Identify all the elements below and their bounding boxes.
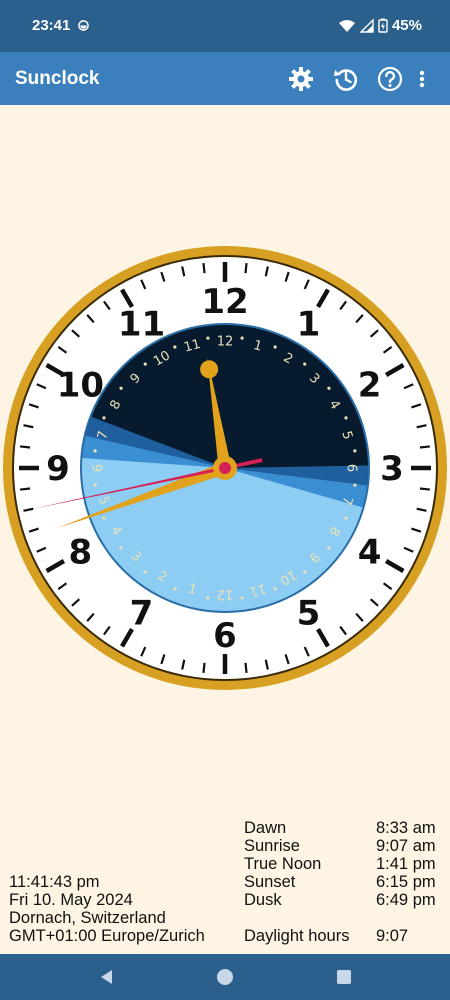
hour-scale-dot xyxy=(93,483,97,487)
hour-numeral: 10 xyxy=(57,366,104,406)
true-noon-label: True Noon xyxy=(244,855,322,873)
hour-scale-dot xyxy=(344,516,348,520)
minute-tick xyxy=(419,487,430,491)
current-date: Fri 10. May 2024 xyxy=(9,891,133,909)
hour-numeral: 3 xyxy=(380,449,404,489)
hour-scale-dot xyxy=(206,336,210,340)
dusk-value: 6:49 pm xyxy=(376,891,436,909)
status-icons: 45% xyxy=(338,17,422,34)
hand-hub-center xyxy=(219,462,231,474)
hour-hand-head xyxy=(200,360,219,379)
sunrise-value: 9:07 am xyxy=(376,837,436,855)
hour-scale-dot xyxy=(143,362,147,366)
hour-numeral: 8 xyxy=(69,533,93,573)
minute-tick xyxy=(202,263,206,274)
dusk-label: Dusk xyxy=(244,891,282,909)
hour-scale-dot xyxy=(353,449,357,453)
hour-numeral: 12 xyxy=(201,282,248,322)
minute-tick xyxy=(419,445,430,449)
sun-clock: 12 1 2 3 4 5 6 7 8 9 10 11 1 2 3 4 5 6 7 8 9 10 11 12 1 2 3 4 5 6 7 8 9… xyxy=(0,240,450,700)
hour-scale-number: 6 xyxy=(92,464,107,472)
hour-numeral: 4 xyxy=(358,533,382,573)
status-time: 23:41 xyxy=(32,17,71,34)
daylight-hours-label: Daylight hours xyxy=(244,927,350,945)
timezone: GMT+01:00 Europe/Zurich xyxy=(9,927,205,945)
daylight-hours-value: 9:07 xyxy=(376,927,409,945)
hour-scale-dot xyxy=(303,362,307,366)
hour-scale-dot xyxy=(119,546,123,550)
battery-percent: 45% xyxy=(391,17,422,34)
minute-tick xyxy=(244,662,248,673)
hour-numeral: 2 xyxy=(358,366,382,406)
hour-scale-dot xyxy=(119,386,123,390)
hour-scale-dot xyxy=(327,386,331,390)
hour-scale-dot xyxy=(344,416,348,420)
minute-tick xyxy=(244,263,248,274)
status-bar: 23:41 45% xyxy=(0,0,450,52)
hour-scale-dot xyxy=(273,345,277,349)
current-time: 11:41:43 pm xyxy=(9,873,100,891)
hour-numeral: 5 xyxy=(297,594,321,634)
back-icon[interactable] xyxy=(97,967,117,987)
clock-face: 121234567891011 1234567891011 12 123456789… xyxy=(3,246,447,690)
hour-scale-number: 12 xyxy=(217,587,234,602)
hour-scale-dot xyxy=(102,416,106,420)
settings-gear-icon[interactable] xyxy=(287,65,315,93)
hour-numeral: 9 xyxy=(46,449,70,489)
dawn-label: Dawn xyxy=(244,819,287,837)
navigation-bar xyxy=(0,954,450,1000)
sun-events: Dawn 8:33 am Sunrise 9:07 am True Noon 1… xyxy=(244,819,444,949)
hour-scale-dot xyxy=(173,587,177,591)
true-noon-value: 1:41 pm xyxy=(376,855,436,873)
hour-scale-dot xyxy=(327,546,331,550)
sunrise-label: Sunrise xyxy=(244,837,300,855)
hour-scale-dot xyxy=(240,336,244,340)
help-icon[interactable] xyxy=(376,65,404,93)
minute-tick xyxy=(20,445,31,449)
hour-scale-dot xyxy=(353,483,357,487)
cell-signal-icon xyxy=(359,18,374,33)
home-icon[interactable] xyxy=(215,967,235,987)
hour-scale-dot xyxy=(206,596,210,600)
hour-numeral: 1 xyxy=(297,304,321,344)
sunset-value: 6:15 pm xyxy=(376,873,436,891)
hour-scale-dot xyxy=(102,516,106,520)
hour-scale-dot xyxy=(173,345,177,349)
hour-scale-dot xyxy=(143,570,147,574)
hour-numeral: 7 xyxy=(130,594,154,634)
hour-scale-number: 6 xyxy=(344,464,359,472)
hour-scale-number: 12 xyxy=(217,335,234,350)
hour-numeral: 11 xyxy=(118,304,165,344)
hour-scale-dot xyxy=(273,587,277,591)
minute-tick xyxy=(202,662,206,673)
app-bar: Sunclock xyxy=(0,52,450,105)
hour-scale-dot xyxy=(93,449,97,453)
location-name: Dornach, Switzerland xyxy=(9,909,166,927)
notification-icon xyxy=(78,20,89,31)
recents-icon[interactable] xyxy=(334,967,354,987)
wifi-icon xyxy=(338,19,355,32)
battery-icon xyxy=(378,18,388,33)
dawn-value: 8:33 am xyxy=(376,819,436,837)
sunset-label: Sunset xyxy=(244,873,296,891)
overflow-menu-icon[interactable] xyxy=(416,65,428,93)
minute-tick xyxy=(20,487,31,491)
history-clock-icon[interactable] xyxy=(332,65,360,93)
hour-numeral: 6 xyxy=(213,616,237,656)
location-info: 11:41:43 pm Fri 10. May 2024 Dornach, Sw… xyxy=(9,873,249,953)
hour-scale-dot xyxy=(303,570,307,574)
app-title: Sunclock xyxy=(15,68,100,89)
hour-scale-dot xyxy=(240,596,244,600)
